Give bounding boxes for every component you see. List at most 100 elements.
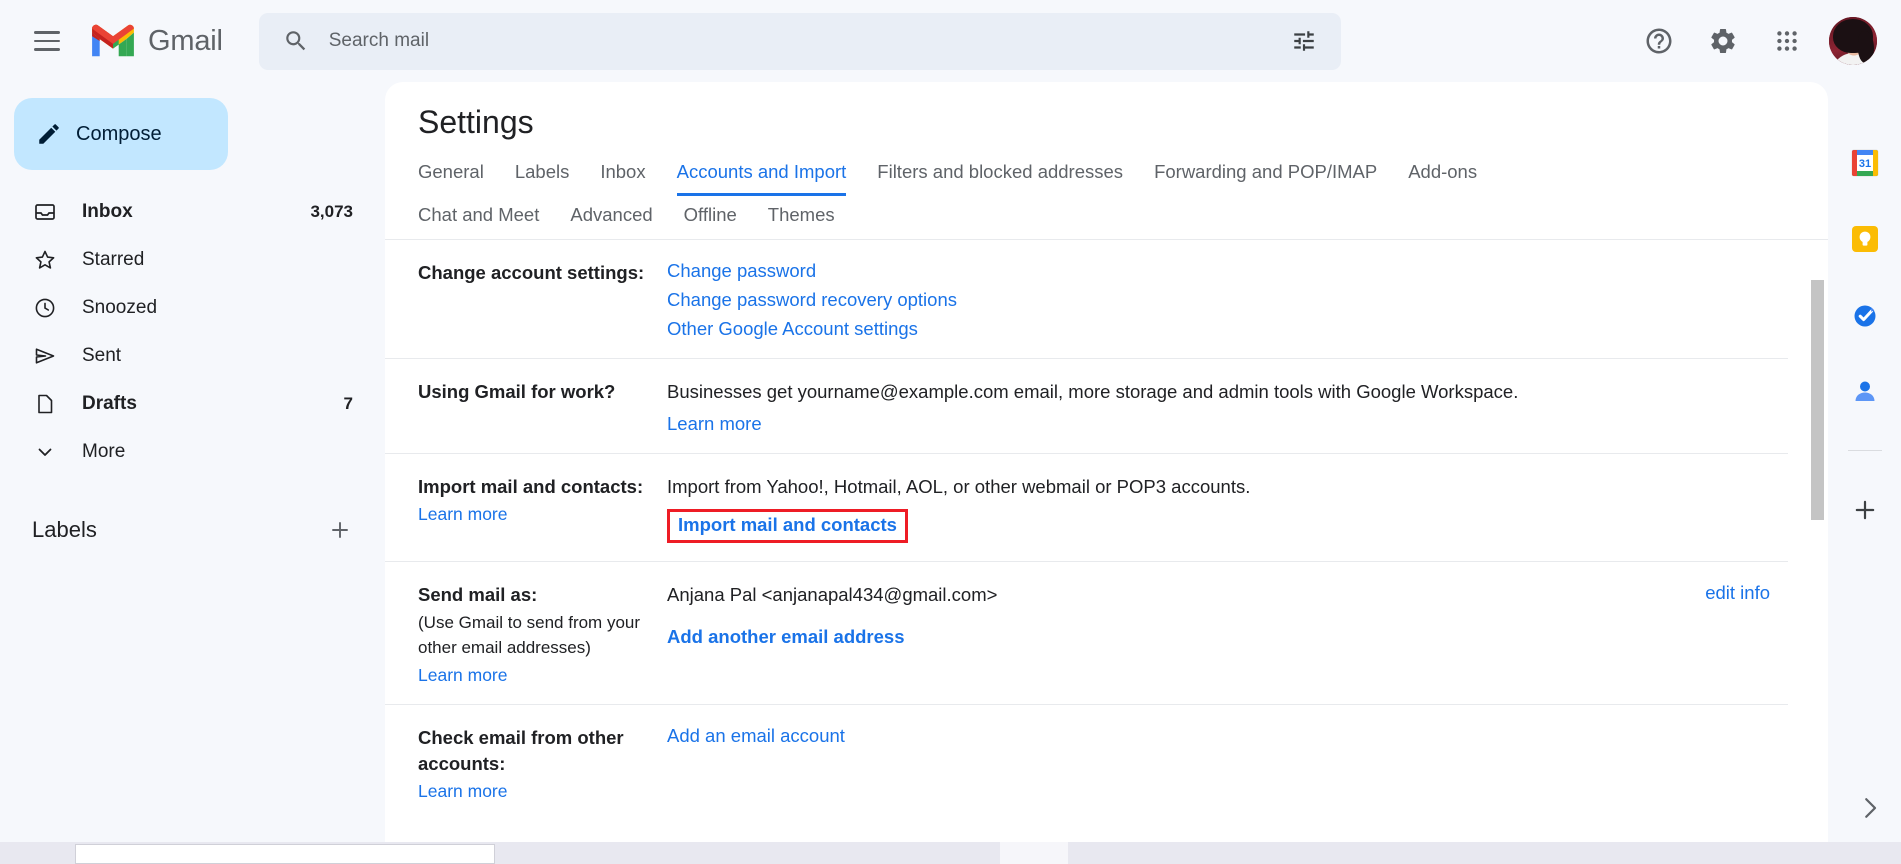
tab-filters-and-blocked-addresses[interactable]: Filters and blocked addresses (877, 161, 1123, 196)
sidebar-item-label: Inbox (82, 201, 133, 222)
vertical-scrollbar[interactable] (1811, 280, 1824, 520)
sidebar-item-label: Snoozed (82, 297, 158, 318)
sidebar-item-more[interactable]: More (0, 428, 371, 476)
draft-icon (32, 392, 58, 416)
other-google-account-settings-link[interactable]: Other Google Account settings (667, 318, 1788, 340)
tune-icon[interactable] (1281, 18, 1327, 64)
search-bar[interactable] (258, 12, 1341, 70)
horizontal-scrollbar[interactable] (0, 842, 1901, 864)
tab-themes[interactable]: Themes (768, 204, 835, 226)
section-title: Check email from other accounts: (418, 726, 624, 775)
plus-icon[interactable] (325, 515, 355, 545)
send-mail-as-learn-more-link[interactable]: Learn more (418, 665, 508, 686)
page-title: Settings (418, 104, 534, 140)
send-icon (32, 344, 58, 368)
google-keep-icon[interactable] (1848, 222, 1882, 256)
edit-info-link[interactable]: edit info (1705, 582, 1770, 604)
section-body: Anjana Pal <anjanapal434@gmail.com> Add … (666, 582, 1788, 686)
tab-accounts-and-import[interactable]: Accounts and Import (676, 161, 846, 196)
section-change-account-settings: Change account settings: Change password… (385, 240, 1788, 359)
sidebar-item-sent[interactable]: Sent (0, 332, 371, 380)
settings-panel: Settings General Labels Inbox Accounts a… (385, 82, 1828, 842)
brand-title: Gmail (148, 24, 223, 57)
tab-add-ons[interactable]: Add-ons (1408, 161, 1477, 196)
star-icon (32, 248, 58, 272)
sidebar-item-label: Sent (82, 345, 122, 366)
sidebar-item-inbox[interactable]: Inbox 3,073 (0, 188, 371, 236)
tab-general[interactable]: General (418, 161, 484, 196)
workspace-learn-more-link[interactable]: Learn more (667, 413, 1788, 435)
change-password-link[interactable]: Change password (667, 260, 1788, 282)
settings-tabs-row-2: Chat and Meet Advanced Offline Themes (385, 204, 1828, 240)
horizontal-scrollbar-thumb[interactable] (75, 844, 495, 864)
import-mail-and-contacts-link[interactable]: Import mail and contacts (678, 514, 897, 536)
google-tasks-icon[interactable] (1848, 298, 1882, 332)
gmail-brand: Gmail (88, 22, 223, 60)
change-password-recovery-options-link[interactable]: Change password recovery options (667, 289, 1788, 311)
section-title: Using Gmail for work? (418, 381, 616, 402)
sidebar-item-label: Drafts (82, 393, 137, 414)
main-menu-icon[interactable] (18, 12, 76, 70)
section-using-gmail-for-work: Using Gmail for work? Businesses get you… (385, 359, 1788, 454)
plus-icon[interactable] (1848, 493, 1882, 527)
tab-labels[interactable]: Labels (515, 161, 570, 196)
section-body: Businesses get yourname@example.com emai… (666, 379, 1788, 435)
tab-advanced[interactable]: Advanced (570, 204, 652, 226)
gmail-logo-icon (92, 24, 134, 57)
section-title: Send mail as: (418, 583, 538, 605)
section-send-mail-as: Send mail as: (Use Gmail to send from yo… (385, 562, 1788, 705)
help-icon[interactable] (1631, 13, 1687, 69)
section-body: Import from Yahoo!, Hotmail, AOL, or oth… (666, 474, 1788, 543)
section-body: Change password Change password recovery… (666, 260, 1788, 340)
sidebar-item-starred[interactable]: Starred (0, 236, 371, 284)
gear-icon[interactable] (1695, 13, 1751, 69)
section-label: Import mail and contacts: Learn more (418, 474, 666, 543)
google-contacts-icon[interactable] (1848, 374, 1882, 408)
section-title: Change account settings: (418, 262, 645, 283)
rail-divider (1847, 450, 1882, 451)
pencil-icon (39, 124, 59, 144)
import-learn-more-link[interactable]: Learn more (418, 504, 508, 525)
search-icon[interactable] (273, 18, 319, 64)
chevron-right-icon[interactable] (1855, 793, 1885, 828)
section-label: Change account settings: (418, 260, 666, 340)
tab-inbox[interactable]: Inbox (600, 161, 645, 196)
add-an-email-account-link[interactable]: Add an email account (667, 725, 845, 747)
sidebar-item-snoozed[interactable]: Snoozed (0, 284, 371, 332)
settings-tabs-row-1: General Labels Inbox Accounts and Import… (385, 161, 1828, 196)
sidebar-nav: Inbox 3,073 Starred Snoozed Sent Drafts … (0, 188, 385, 476)
import-description: Import from Yahoo!, Hotmail, AOL, or oth… (667, 475, 1251, 497)
section-subtitle: (Use Gmail to send from your other email… (418, 612, 641, 658)
sidebar-item-count: 7 (343, 394, 353, 413)
workspace-description: Businesses get yourname@example.com emai… (667, 381, 1519, 402)
section-label: Send mail as: (Use Gmail to send from yo… (418, 582, 666, 686)
check-email-learn-more-link[interactable]: Learn more (418, 781, 508, 802)
inbox-icon (32, 200, 58, 224)
tab-forwarding-and-pop-imap[interactable]: Forwarding and POP/IMAP (1154, 161, 1377, 196)
labels-header: Labels (0, 506, 371, 554)
google-calendar-icon[interactable]: 31 (1848, 146, 1882, 180)
tab-offline[interactable]: Offline (684, 204, 737, 226)
app-header: Gmail (0, 0, 1901, 82)
add-another-email-address-link[interactable]: Add another email address (667, 626, 904, 648)
sidebar-item-label: Starred (82, 249, 145, 270)
sidebar-item-drafts[interactable]: Drafts 7 (0, 380, 371, 428)
side-rail: 31 (1828, 82, 1901, 864)
apps-grid-icon[interactable] (1759, 13, 1815, 69)
import-mail-and-contacts-highlight: Import mail and contacts (667, 508, 908, 543)
compose-button[interactable]: Compose (14, 98, 228, 170)
avatar[interactable] (1829, 17, 1877, 65)
section-check-email-from-other-accounts: Check email from other accounts: Learn m… (385, 705, 1788, 821)
section-label: Using Gmail for work? (418, 379, 666, 435)
sidebar: Compose Inbox 3,073 Starred Snoozed Sent… (0, 82, 385, 864)
svg-text:31: 31 (1858, 158, 1870, 170)
clock-icon (32, 296, 58, 320)
compose-label: Compose (76, 122, 162, 145)
section-title: Import mail and contacts: (418, 475, 644, 497)
chevron-down-icon (32, 440, 58, 464)
section-import-mail-and-contacts: Import mail and contacts: Learn more Imp… (385, 454, 1788, 562)
section-body: Add an email account (666, 725, 1788, 803)
labels-title: Labels (32, 517, 97, 542)
search-input[interactable] (328, 30, 1281, 52)
tab-chat-and-meet[interactable]: Chat and Meet (418, 204, 539, 226)
